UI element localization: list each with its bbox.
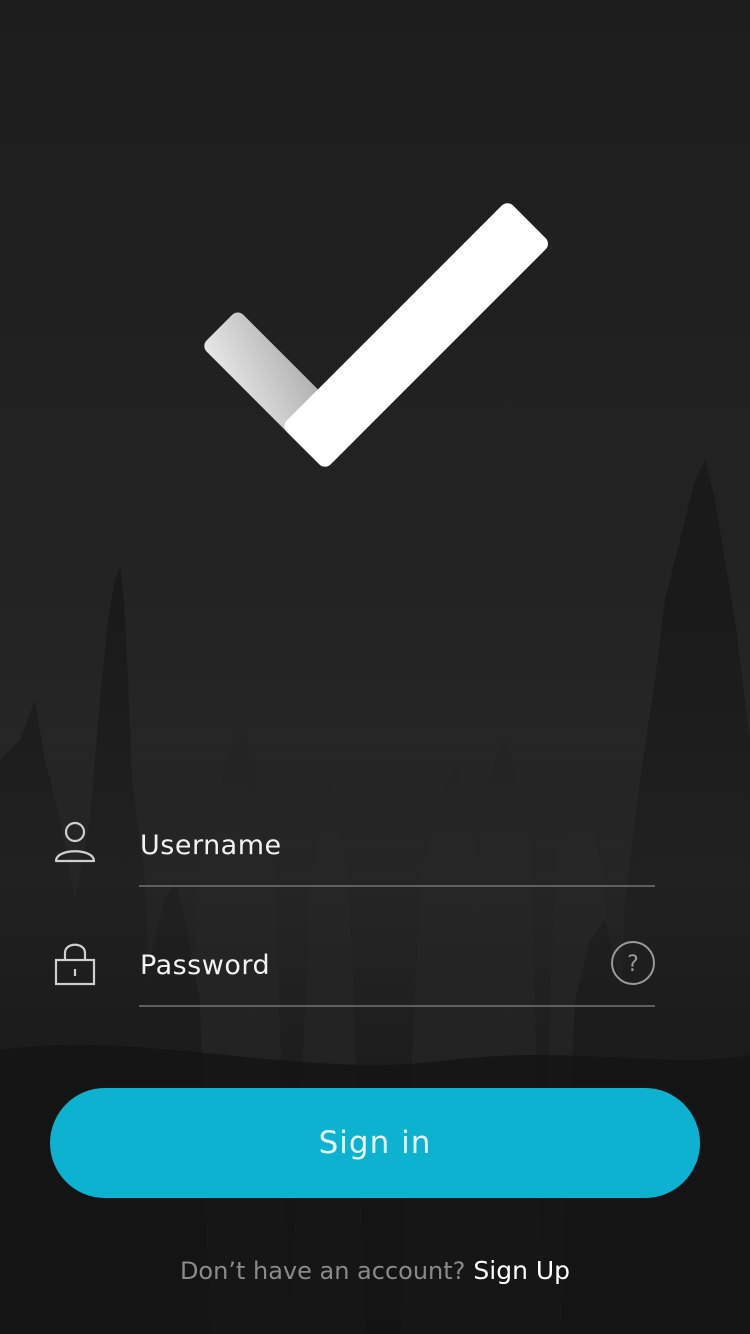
checkmark-logo <box>204 203 548 467</box>
signup-prompt-text: Don’t have an account? <box>179 1257 466 1285</box>
question-circle-icon[interactable]: ? <box>610 940 656 986</box>
user-icon <box>54 821 96 863</box>
username-underline <box>139 885 655 887</box>
login-screen: ? Sign in Don’t have an account?Sign Up <box>0 0 750 1334</box>
password-underline <box>139 1005 655 1007</box>
username-input[interactable] <box>140 820 570 870</box>
signup-prompt-row: Don’t have an account? Sign Up <box>0 1256 750 1285</box>
password-field-row: ? <box>50 920 655 1010</box>
lock-icon <box>54 943 96 986</box>
sign-in-button[interactable]: Sign in <box>50 1088 700 1198</box>
password-input[interactable] <box>140 940 570 990</box>
help-glyph: ? <box>627 952 639 977</box>
username-field-row <box>50 800 655 890</box>
sign-up-link[interactable]: Sign Up <box>473 1256 570 1285</box>
